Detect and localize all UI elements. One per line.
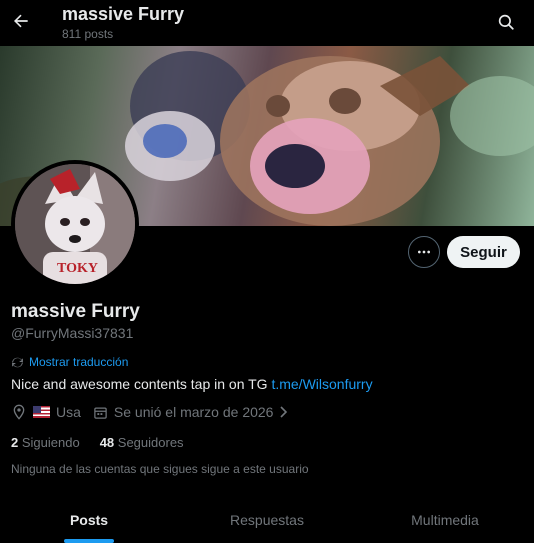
top-bar: massive Furry 811 posts: [0, 0, 534, 46]
tab-multimedia[interactable]: Multimedia: [356, 496, 534, 543]
avatar[interactable]: TOKY: [11, 160, 139, 288]
translate-icon: [12, 357, 23, 367]
follow-button[interactable]: Seguir: [447, 236, 520, 268]
followers-count: 48: [99, 435, 115, 450]
bio-link[interactable]: t.me/Wilsonfurry: [271, 376, 372, 392]
followers-stat[interactable]: 48 Seguidores: [100, 435, 184, 450]
calendar-icon: [94, 407, 107, 419]
following-stat[interactable]: 2 Siguiendo: [11, 435, 80, 450]
posts-count: 811 posts: [62, 27, 114, 41]
translate-link[interactable]: Mostrar traducción: [11, 355, 128, 369]
profile-handle: @FurryMassi37831: [11, 325, 134, 341]
join-date[interactable]: Se unió el marzo de 2026: [93, 404, 290, 420]
followers-label: Seguidores: [117, 435, 184, 450]
svg-text:TOKY: TOKY: [57, 261, 98, 276]
location-icon: [13, 404, 25, 420]
follow-stats: 2 Siguiendo 48 Seguidores: [11, 435, 184, 450]
translate-label: Mostrar traducción: [29, 355, 129, 369]
tab-posts[interactable]: Posts: [0, 496, 178, 543]
avatar-image: TOKY: [15, 164, 135, 284]
profile-name: massive Furry: [11, 301, 140, 322]
location-text: Usa: [56, 404, 81, 420]
mutual-followers-note: Ninguna de las cuentas que sigues sigue …: [11, 462, 309, 476]
header-title: massive Furry: [62, 4, 185, 24]
profile-tabs: Posts Respuestas Multimedia: [0, 496, 534, 543]
back-button[interactable]: [6, 6, 36, 36]
tab-respuestas[interactable]: Respuestas: [178, 496, 356, 543]
search-icon: [498, 14, 514, 30]
arrow-left-icon: [14, 14, 28, 28]
profile-bio: Nice and awesome contents tap in on TG t…: [11, 376, 373, 392]
join-date-text: Se unió el marzo de 2026: [113, 404, 274, 420]
more-options-button[interactable]: [408, 236, 440, 268]
chevron-right-icon: [280, 406, 288, 418]
following-count: 2: [11, 435, 19, 450]
following-label: Siguiendo: [21, 435, 80, 450]
more-horizontal-icon: [418, 250, 430, 254]
bio-text: Nice and awesome contents tap in on TG: [11, 376, 272, 392]
search-button[interactable]: [492, 8, 520, 36]
us-flag-icon: [33, 406, 50, 418]
profile-meta: Usa Se unió el marzo de 2026: [11, 404, 301, 420]
location: Usa: [11, 404, 81, 420]
